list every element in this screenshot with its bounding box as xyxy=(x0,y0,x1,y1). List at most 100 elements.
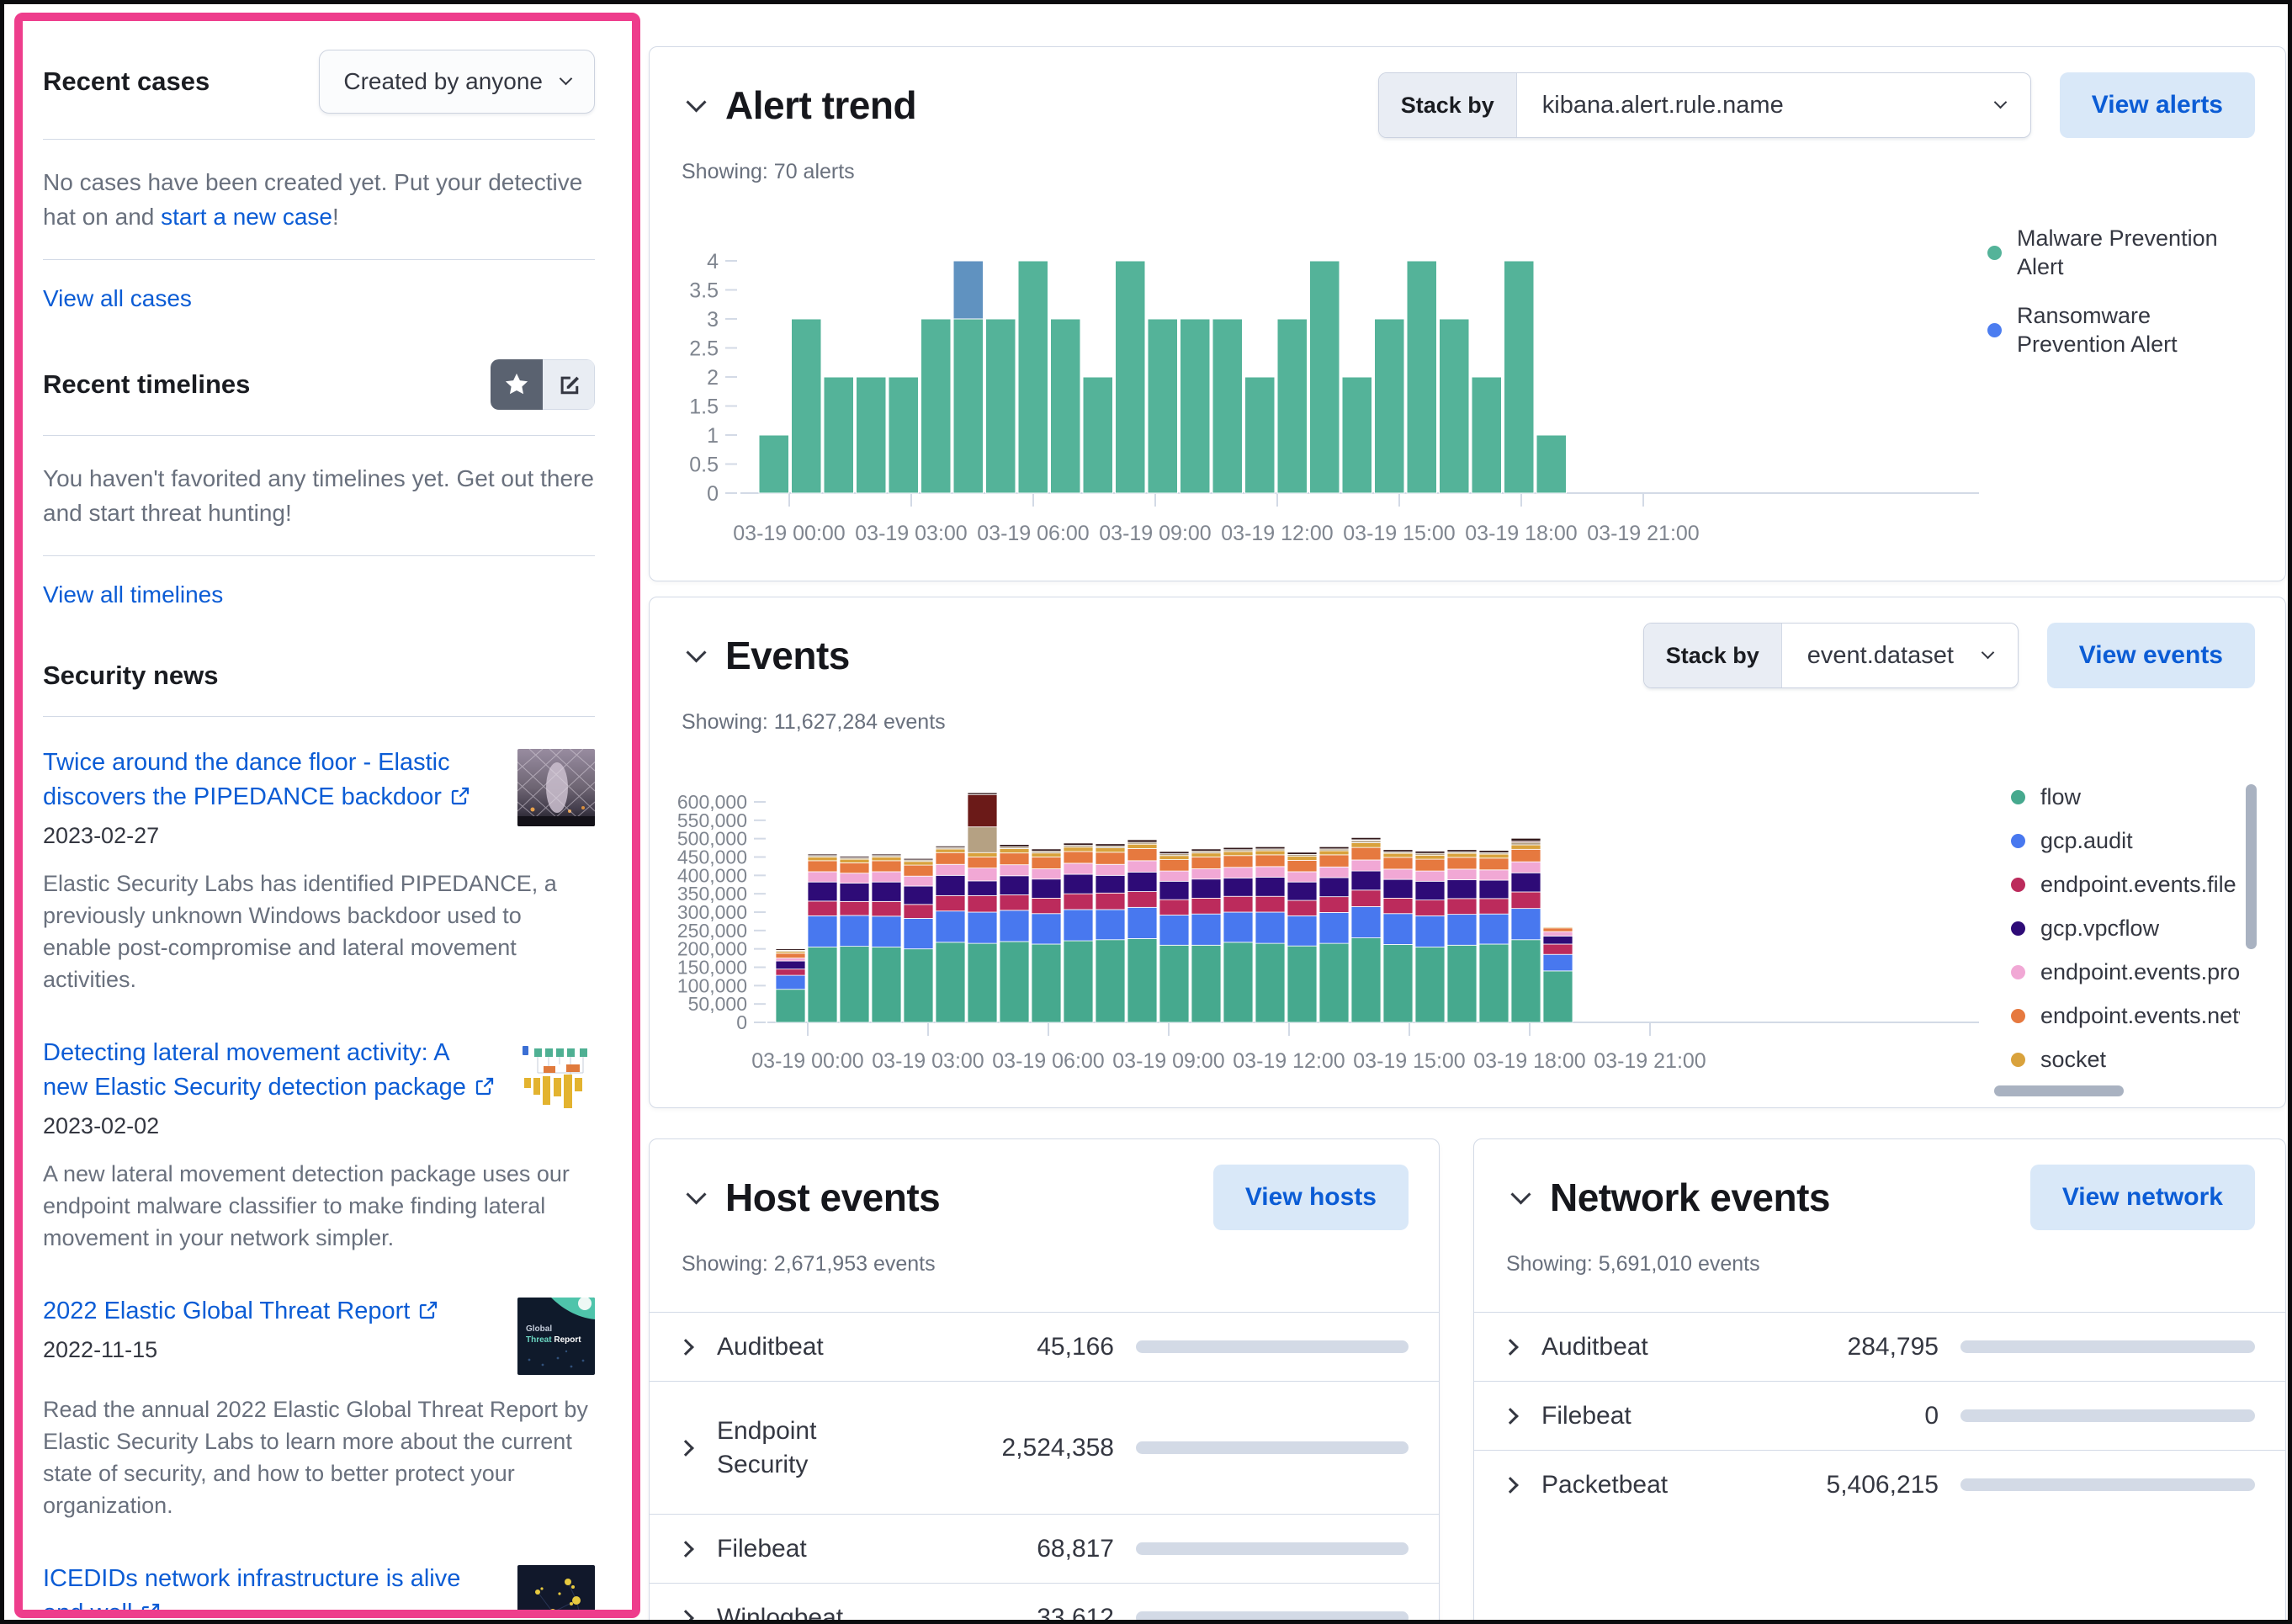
security-news-title: Security news xyxy=(43,661,219,690)
events-stack-by-select[interactable]: event.dataset xyxy=(1782,624,2018,687)
legend-item[interactable]: Ransomware Prevention Alert xyxy=(1987,301,2255,358)
legend-dot-icon xyxy=(2011,877,2025,892)
chevron-right-icon[interactable] xyxy=(677,1439,694,1457)
legend-item[interactable]: socket xyxy=(2011,1047,2240,1072)
legend-label: endpoint.events.file xyxy=(2040,872,2236,897)
row-value: 45,166 xyxy=(1037,1332,1114,1361)
news-title-link[interactable]: Detecting lateral movement activity: A n… xyxy=(43,1036,496,1105)
external-link-icon xyxy=(475,1077,494,1096)
view-hosts-button[interactable]: View hosts xyxy=(1212,1165,1409,1230)
view-all-timelines-link[interactable]: View all timelines xyxy=(43,581,223,608)
legend-dot-icon xyxy=(2011,789,2025,804)
alerts-stack-by-value: kibana.alert.rule.name xyxy=(1541,91,1784,119)
row-label: Endpoint Security xyxy=(717,1416,817,1478)
timelines-empty-text: You haven't favorited any timelines yet.… xyxy=(43,465,594,526)
events-title: Events xyxy=(725,634,850,677)
collapse-events-button[interactable] xyxy=(682,641,710,670)
svg-text:03-19 18:00: 03-19 18:00 xyxy=(1473,1049,1585,1073)
stack-by-label: Stack by xyxy=(1643,624,1782,687)
events-panel: Events Stack by event.dataset View event… xyxy=(649,597,2286,1108)
divider xyxy=(43,435,595,436)
timeline-filter-button-group xyxy=(491,359,595,410)
host-events-showing-count: Showing: 2,671,953 events xyxy=(682,1252,936,1276)
events-stack-by-value: event.dataset xyxy=(1807,641,1954,669)
collapse-network-events-button[interactable] xyxy=(1506,1183,1535,1212)
row-label: Auditbeat xyxy=(1541,1332,1648,1361)
alert-trend-title: Alert trend xyxy=(725,83,917,127)
legend-item[interactable]: endpoint.events.network xyxy=(2011,1003,2240,1028)
chevron-down-icon xyxy=(1981,645,1995,659)
network-events-table: Auditbeat 284,795 Filebeat 0 Packetbeat 5,406… xyxy=(1474,1312,2285,1519)
chevron-right-icon[interactable] xyxy=(1502,1338,1519,1356)
legend-dot-icon xyxy=(1987,322,2002,337)
cases-filter-dropdown[interactable]: Created by anyone xyxy=(319,50,595,114)
cases-empty-after: ! xyxy=(332,204,339,230)
news-title-link[interactable]: Twice around the dance floor - Elastic d… xyxy=(43,746,496,815)
sidebar-highlight-region: Recent cases Created by anyone No cases … xyxy=(14,13,640,1618)
stack-by-label: Stack by xyxy=(1378,73,1517,137)
row-value: 0 xyxy=(1924,1401,1939,1430)
chevron-down-icon xyxy=(559,72,573,85)
row-label: Winlogbeat xyxy=(717,1603,844,1624)
svg-text:03-19 09:00: 03-19 09:00 xyxy=(1099,522,1211,545)
external-link-icon xyxy=(451,787,469,805)
view-events-button[interactable]: View events xyxy=(2046,623,2255,688)
news-date: 2023-02-02 xyxy=(43,1113,160,1138)
view-alerts-button[interactable]: View alerts xyxy=(2059,72,2255,138)
collapse-host-events-button[interactable] xyxy=(682,1183,710,1212)
chevron-down-icon xyxy=(685,91,707,113)
start-new-case-link[interactable]: start a new case xyxy=(161,204,332,230)
favorites-filter-button[interactable] xyxy=(491,359,543,410)
external-link-icon xyxy=(420,1301,438,1319)
legend-item[interactable]: flow xyxy=(2011,784,2240,809)
host-events-table: Auditbeat 45,166 Endpoint Security 2,524,35… xyxy=(650,1312,1439,1624)
legend-scrollbar-vertical[interactable] xyxy=(2246,784,2257,949)
chevron-right-icon[interactable] xyxy=(1502,1476,1519,1494)
row-progress-bar xyxy=(1136,1340,1409,1353)
chevron-right-icon[interactable] xyxy=(677,1609,694,1620)
row-progress-bar xyxy=(1960,1340,2255,1353)
row-value: 5,406,215 xyxy=(1826,1470,1939,1499)
view-network-button[interactable]: View network xyxy=(2029,1165,2255,1230)
svg-text:Threat Report: Threat Report xyxy=(526,1335,581,1345)
news-thumbnail xyxy=(517,1039,595,1117)
recently-updated-filter-button[interactable] xyxy=(543,359,595,410)
legend-item[interactable]: Malware Prevention Alert xyxy=(1987,224,2255,281)
security-news-section: Security news Twice around the dance flo… xyxy=(43,661,595,1610)
news-description: Read the annual 2022 Elastic Global Thre… xyxy=(43,1397,588,1518)
chevron-right-icon[interactable] xyxy=(677,1338,694,1356)
svg-text:1.5: 1.5 xyxy=(689,395,719,419)
legend-dot-icon xyxy=(2011,921,2025,936)
row-progress-bar xyxy=(1136,1441,1409,1454)
alerts-showing-count: Showing: 70 alerts xyxy=(682,160,855,183)
divider xyxy=(43,555,595,556)
events-showing-count: Showing: 11,627,284 events xyxy=(682,710,946,734)
chevron-right-icon[interactable] xyxy=(677,1540,694,1558)
news-item: ICEDIDs network infrastructure is alive … xyxy=(43,1562,595,1610)
legend-item[interactable]: gcp.audit xyxy=(2011,828,2240,853)
host-events-title: Host events xyxy=(725,1176,941,1219)
svg-text:03-19 12:00: 03-19 12:00 xyxy=(1221,522,1333,545)
events-stack-by-control: Stack by event.dataset xyxy=(1642,623,2019,688)
legend-item[interactable]: endpoint.events.process xyxy=(2011,959,2240,984)
news-date: 2022-11-15 xyxy=(43,1337,158,1362)
chevron-right-icon[interactable] xyxy=(1502,1407,1519,1425)
news-item: 2022 Elastic Global Threat Report 2022-11… xyxy=(43,1294,595,1521)
svg-text:03-19 03:00: 03-19 03:00 xyxy=(855,522,967,545)
legend-dot-icon xyxy=(1987,245,2002,260)
svg-text:03-19 21:00: 03-19 21:00 xyxy=(1587,522,1699,545)
recent-timelines-section: Recent timelines You haven't favorited a… xyxy=(43,359,595,608)
external-link-icon xyxy=(142,1603,160,1610)
row-label: Auditbeat xyxy=(717,1332,824,1361)
svg-text:03-19 09:00: 03-19 09:00 xyxy=(1112,1049,1224,1073)
view-all-cases-link[interactable]: View all cases xyxy=(43,285,192,311)
alerts-stack-by-select[interactable]: kibana.alert.rule.name xyxy=(1517,73,2030,137)
news-title-link[interactable]: 2022 Elastic Global Threat Report xyxy=(43,1294,496,1329)
legend-item[interactable]: gcp.vpcflow xyxy=(2011,915,2240,941)
news-title-link[interactable]: ICEDIDs network infrastructure is alive … xyxy=(43,1562,496,1610)
collapse-alert-trend-button[interactable] xyxy=(682,91,710,119)
row-label: Packetbeat xyxy=(1541,1470,1669,1499)
legend-scrollbar-horizontal[interactable] xyxy=(1994,1085,2124,1096)
svg-text:03-19 00:00: 03-19 00:00 xyxy=(733,522,845,545)
legend-item[interactable]: endpoint.events.file xyxy=(2011,872,2240,897)
